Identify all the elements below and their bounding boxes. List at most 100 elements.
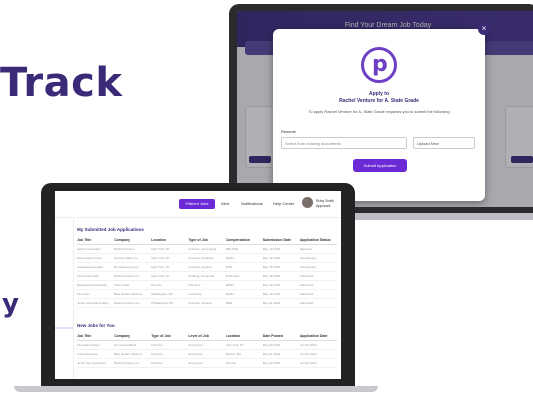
table-row[interactable]: Financial Analyst Hometown Bank Full-time E… [77, 341, 337, 350]
submit-application-button[interactable]: Submit Application [353, 159, 407, 172]
table-body: Senior Consultant Rachel Venture New York,… [77, 245, 337, 308]
column-header: Job Title [77, 334, 92, 338]
resume-select[interactable]: Select from existing documents [281, 137, 407, 149]
table-cell: May 21 2023 [262, 352, 281, 356]
table-cell: Submitted [299, 301, 314, 305]
column-header: Application Date [299, 334, 328, 338]
table-cell: Financial Analyst [77, 343, 100, 347]
sidebar [55, 217, 74, 379]
table-cell: Hometown Bank [114, 343, 137, 347]
table-cell: Full-time, Analytics [188, 256, 214, 260]
table-cell: May 16 2023 [262, 274, 281, 278]
column-header: Date Posted [262, 334, 283, 338]
column-header: Type of Job [151, 334, 171, 338]
table-cell: New York, NY [151, 274, 170, 278]
nav-help-center[interactable]: Help Center [273, 201, 294, 206]
table-cell: Washington, DC [151, 292, 174, 296]
column-header: Location [151, 238, 166, 242]
right-screen: Find Your Dream Job Today × p Apply to R… [237, 11, 533, 207]
nav-notifications[interactable]: Notifications [241, 201, 263, 206]
table-cell: New York, NY [151, 247, 170, 251]
table-cell: Northern Bliss Co. [114, 256, 139, 260]
table-row[interactable]: Audit Associate Blue Harbor Advisors Full-… [77, 350, 337, 359]
close-icon[interactable]: × [478, 23, 490, 35]
table-cell: Entry level [188, 361, 203, 365]
table-body: Financial Analyst Hometown Bank Full-time E… [77, 341, 337, 368]
table-cell: May 15 2023 [262, 265, 281, 269]
table-cell: $25/hr [225, 283, 235, 287]
table-row[interactable]: Data Analyst Intern Northern Bliss Co. New… [77, 254, 337, 263]
table-cell: Rachel Venture Co. [114, 361, 141, 365]
table-cell: Graduate Associate [77, 265, 104, 269]
table-cell: Full-time, Finance [188, 301, 213, 305]
table-header: Job Title Company Location Type of Job Compe… [77, 238, 337, 245]
modal-title-line1: Apply to [369, 91, 389, 97]
column-header: Compensation [225, 238, 250, 242]
table-cell: Full-time [151, 361, 163, 365]
table-cell: Junior Tax Consultant [77, 361, 106, 365]
table-cell: Interviewing [299, 256, 316, 260]
table-row[interactable]: Bookkeeping Assistant Thermostat Remote Par… [77, 281, 337, 290]
table-cell: Submitted [299, 292, 314, 296]
table-cell: Part-time [188, 283, 201, 287]
table-cell: Entry level [188, 352, 203, 356]
column-header: Application Status [299, 238, 331, 242]
avatar[interactable] [302, 197, 313, 208]
table-cell: Tax Intern [77, 292, 91, 296]
table-cell: May 20 2023 [262, 343, 281, 347]
column-header: Job Title [77, 238, 92, 242]
table-cell: Full-time, Finance [188, 265, 213, 269]
table-cell: Full-time, Accounting [188, 247, 217, 251]
table-row[interactable]: Graduate Associate Brookstone Group New Yo… [77, 263, 337, 272]
table-cell: May 18 2023 [262, 283, 281, 287]
table-cell: Data Analyst Intern [77, 256, 103, 260]
table-row[interactable]: Tax Intern Blue Harbor Advisors Washington… [77, 290, 337, 299]
table-cell: Brookstone Group [114, 265, 139, 269]
table-row[interactable]: Accounting Role Rachel Venture Co. New Yor… [77, 272, 337, 281]
left-laptop-base [14, 386, 378, 392]
table-cell: Jun 20 2023 [299, 343, 317, 347]
table-cell: Audit Associate [77, 352, 98, 356]
left-laptop: Filtered Jobs Alert Notifications Help C… [41, 183, 355, 389]
column-header: Company [114, 334, 131, 338]
table-cell: Remote [225, 361, 237, 365]
table-cell: $75k [225, 265, 233, 269]
table-row[interactable]: Junior Tax Consultant Rachel Venture Co. F… [77, 359, 337, 368]
headline: Track [0, 60, 123, 106]
section-title: New Jobs for You [77, 323, 115, 328]
table-cell: Blue Harbor Advisors [114, 292, 143, 296]
table-cell: Submitted [299, 283, 314, 287]
table-cell: Auditing, Corporate [188, 274, 215, 278]
table-cell: Submitted [299, 274, 314, 278]
table-cell: May 19 2023 [262, 292, 281, 296]
table-cell: May 22 2023 [262, 361, 281, 365]
table-row[interactable]: Junior Financial Analyst Rachel Venture C… [77, 299, 337, 308]
apply-modal: × p Apply to Rachel Venture for A. State… [273, 23, 490, 201]
column-header: Submission Date [262, 238, 292, 242]
table-cell: May 12 2023 [262, 256, 281, 260]
upload-new-button[interactable]: Upload New [413, 137, 475, 149]
table-row[interactable]: Senior Consultant Rachel Venture New York,… [77, 245, 337, 254]
table-cell: Remote [151, 283, 162, 287]
table-cell: Internship [188, 292, 202, 296]
table-cell: Full-time [151, 343, 163, 347]
table-cell: New York, NY [225, 343, 245, 347]
modal-title-line2: Rachel Venture for A. State Grade [339, 98, 419, 104]
submitted-applications: My Submitted Job Applications Job Title C… [77, 227, 337, 308]
logo-letter: p [372, 52, 388, 77]
headline-tail: y [2, 289, 19, 319]
table-cell: Philadelphia, PA [151, 301, 174, 305]
column-header: Level of Job [188, 334, 209, 338]
dashboard-header: Filtered Jobs Alert Notifications Help C… [55, 191, 341, 218]
filtered-jobs-button[interactable]: Filtered Jobs [179, 199, 215, 209]
table-cell: Rachel Venture Co. [114, 274, 141, 278]
table-cell: Thermostat [114, 283, 130, 287]
modal-description: To apply Rachel Venture for A. State Gra… [308, 109, 450, 114]
user-info: Ruby Smith Applicant [316, 199, 334, 209]
table-cell: $70k base [225, 274, 240, 278]
table-cell: Interviewing [299, 265, 316, 269]
nav-alert[interactable]: Alert [221, 201, 229, 206]
table-cell: May 10 2023 [262, 247, 281, 251]
table-cell: Blue Harbor Advisors [114, 352, 143, 356]
table-cell: Entry level [188, 343, 203, 347]
